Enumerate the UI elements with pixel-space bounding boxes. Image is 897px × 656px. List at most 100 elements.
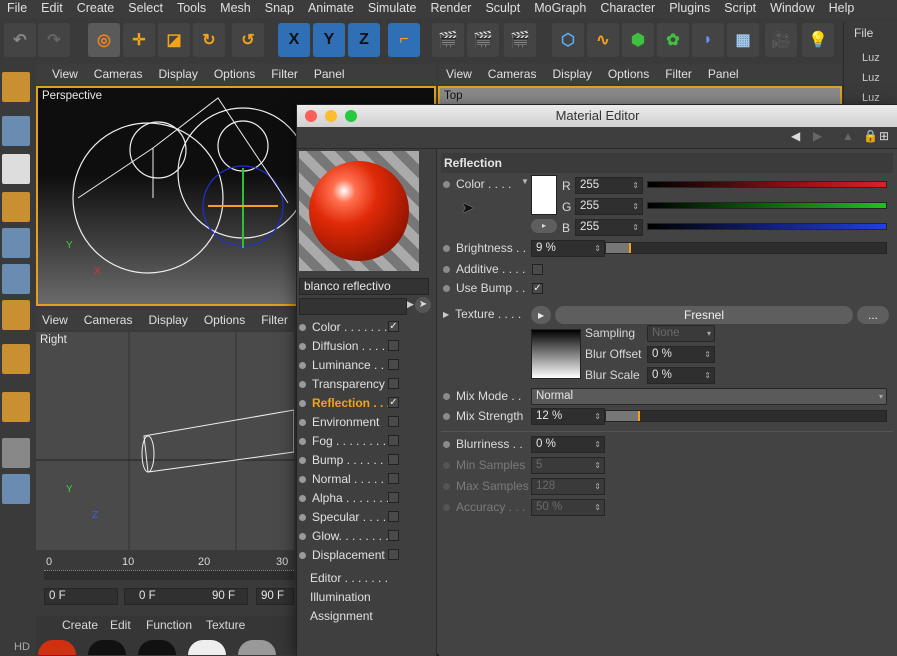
rotate-icon[interactable]: ↻ [193,23,225,57]
channel-checkbox[interactable] [388,454,399,465]
forward-arrow-icon[interactable]: ▶ [813,129,822,143]
vp-menu-cameras[interactable]: Cameras [94,67,143,81]
vp-menu-display[interactable]: Display [158,67,197,81]
stepper-icon[interactable]: ⇕ [704,368,711,383]
keyframe-dot-icon[interactable] [443,244,450,252]
dropdown-arrow-icon[interactable]: ▶ [407,299,414,310]
texture-mode-icon[interactable] [2,154,30,184]
mix-strength-slider[interactable] [605,410,887,422]
menu-sculpt[interactable]: Sculpt [478,0,527,18]
zoom-button[interactable] [345,110,357,122]
additive-checkbox[interactable] [532,264,543,275]
vp-menu-view[interactable]: View [42,313,68,327]
y-axis-lock-button[interactable]: Y [313,23,345,57]
menu-window[interactable]: Window [763,0,821,18]
material-name-field[interactable]: blanco reflectivo [299,278,429,295]
channel-checkbox[interactable] [388,416,399,427]
matmgr-texture-menu[interactable]: Texture [206,618,245,632]
keyframe-dot-icon[interactable] [443,180,450,188]
vp-menu-options[interactable]: Options [204,313,245,327]
editor-item[interactable]: Editor . . . . . . . [310,571,388,585]
g-slider[interactable] [647,202,887,209]
color-swatch[interactable] [531,175,557,215]
vp-menu-cameras[interactable]: Cameras [84,313,133,327]
use-bump-checkbox[interactable]: ✓ [532,283,543,294]
pick-material-icon[interactable]: ➤ [415,297,431,313]
keyframe-dot-icon[interactable] [443,412,450,420]
vp-menu-options[interactable]: Options [608,67,649,81]
close-button[interactable] [305,110,317,122]
matmgr-edit-menu[interactable]: Edit [110,618,131,632]
minimize-button[interactable] [325,110,337,122]
move-icon[interactable]: ✛ [123,23,155,57]
menu-animate[interactable]: Animate [301,0,361,18]
preview-range-field[interactable]: 0 F 90 F [124,588,248,605]
vp-menu-view[interactable]: View [446,67,472,81]
scale-icon[interactable]: ◪ [158,23,190,57]
blur-scale-field[interactable]: 0 % ⇕ [647,367,715,384]
menu-plugins[interactable]: Plugins [662,0,717,18]
stepper-icon[interactable]: ⇕ [594,241,601,256]
menu-render[interactable]: Render [423,0,478,18]
menu-edit[interactable]: Edit [34,0,70,18]
x-axis-lock-button[interactable]: X [278,23,310,57]
channel-checkbox[interactable]: ✓ [388,397,399,408]
material-thumbnail[interactable] [238,640,276,655]
right-viewport[interactable]: Right Y Z [36,332,294,550]
menu-help[interactable]: Help [822,0,862,18]
menu-file[interactable]: File [0,0,34,18]
b-slider[interactable] [647,223,887,230]
object-item[interactable]: Luz [862,72,880,84]
light-icon[interactable]: 💡 [802,23,834,57]
stepper-icon[interactable]: ⇕ [594,437,601,452]
model-mode-icon[interactable] [2,116,30,146]
workplane-lock-icon[interactable] [2,438,30,468]
render-picture-viewer-icon[interactable]: 🎬 [467,23,499,57]
vp-menu-filter[interactable]: Filter [271,67,298,81]
stepper-icon[interactable]: ⇕ [632,220,639,235]
stepper-icon[interactable]: ⇕ [632,178,639,193]
current-frame-field[interactable]: 0 F [44,588,118,605]
cloner-icon[interactable]: ✿ [657,23,689,57]
keyframe-dot-icon[interactable] [443,265,450,273]
object-manager-file-menu[interactable]: File [854,26,873,40]
up-arrow-icon[interactable]: ▲ [842,129,854,143]
spline-icon[interactable]: ∿ [587,23,619,57]
dropdown-arrow-icon[interactable]: ▼ [521,177,529,186]
matmgr-create-menu[interactable]: Create [62,618,98,632]
menu-snap[interactable]: Snap [258,0,301,18]
render-view-icon[interactable]: 🎬 [432,23,464,57]
channel-checkbox[interactable] [388,549,399,560]
menu-mesh[interactable]: Mesh [213,0,258,18]
texture-menu-button[interactable]: ▸ [531,306,551,324]
channel-checkbox[interactable] [388,473,399,484]
material-thumbnail[interactable] [88,640,126,655]
edges-mode-icon[interactable] [2,264,30,294]
workplane-icon[interactable] [2,192,30,222]
cube-icon[interactable]: ⬡ [552,23,584,57]
texture-more-button[interactable]: ... [857,306,889,324]
channel-checkbox[interactable] [388,492,399,503]
stepper-icon[interactable]: ⇕ [704,347,711,362]
end-frame-field[interactable]: 90 F [256,588,294,605]
planar-workplane-icon[interactable] [2,474,30,504]
blur-offset-field[interactable]: 0 % ⇕ [647,346,715,363]
undo-icon[interactable]: ↶ [4,23,36,57]
timeline-ruler[interactable] [44,570,294,580]
illumination-item[interactable]: Illumination [310,590,371,604]
camera-icon[interactable]: 🎥 [765,23,797,57]
vp-menu-cameras[interactable]: Cameras [488,67,537,81]
menu-tools[interactable]: Tools [170,0,213,18]
menu-mograph[interactable]: MoGraph [527,0,593,18]
material-preview[interactable] [299,151,419,271]
deformer-icon[interactable]: ◗ [692,23,724,57]
object-item[interactable]: Luz [862,92,880,104]
channel-checkbox[interactable] [388,359,399,370]
polygons-mode-icon[interactable] [2,300,30,330]
live-selection-icon[interactable]: ◎ [88,23,120,57]
menu-simulate[interactable]: Simulate [361,0,424,18]
lock-icon[interactable]: 🔒 [863,129,878,143]
r-field[interactable]: 255 ⇕ [575,177,643,194]
channel-checkbox[interactable] [388,511,399,522]
texture-preview[interactable] [531,329,581,379]
